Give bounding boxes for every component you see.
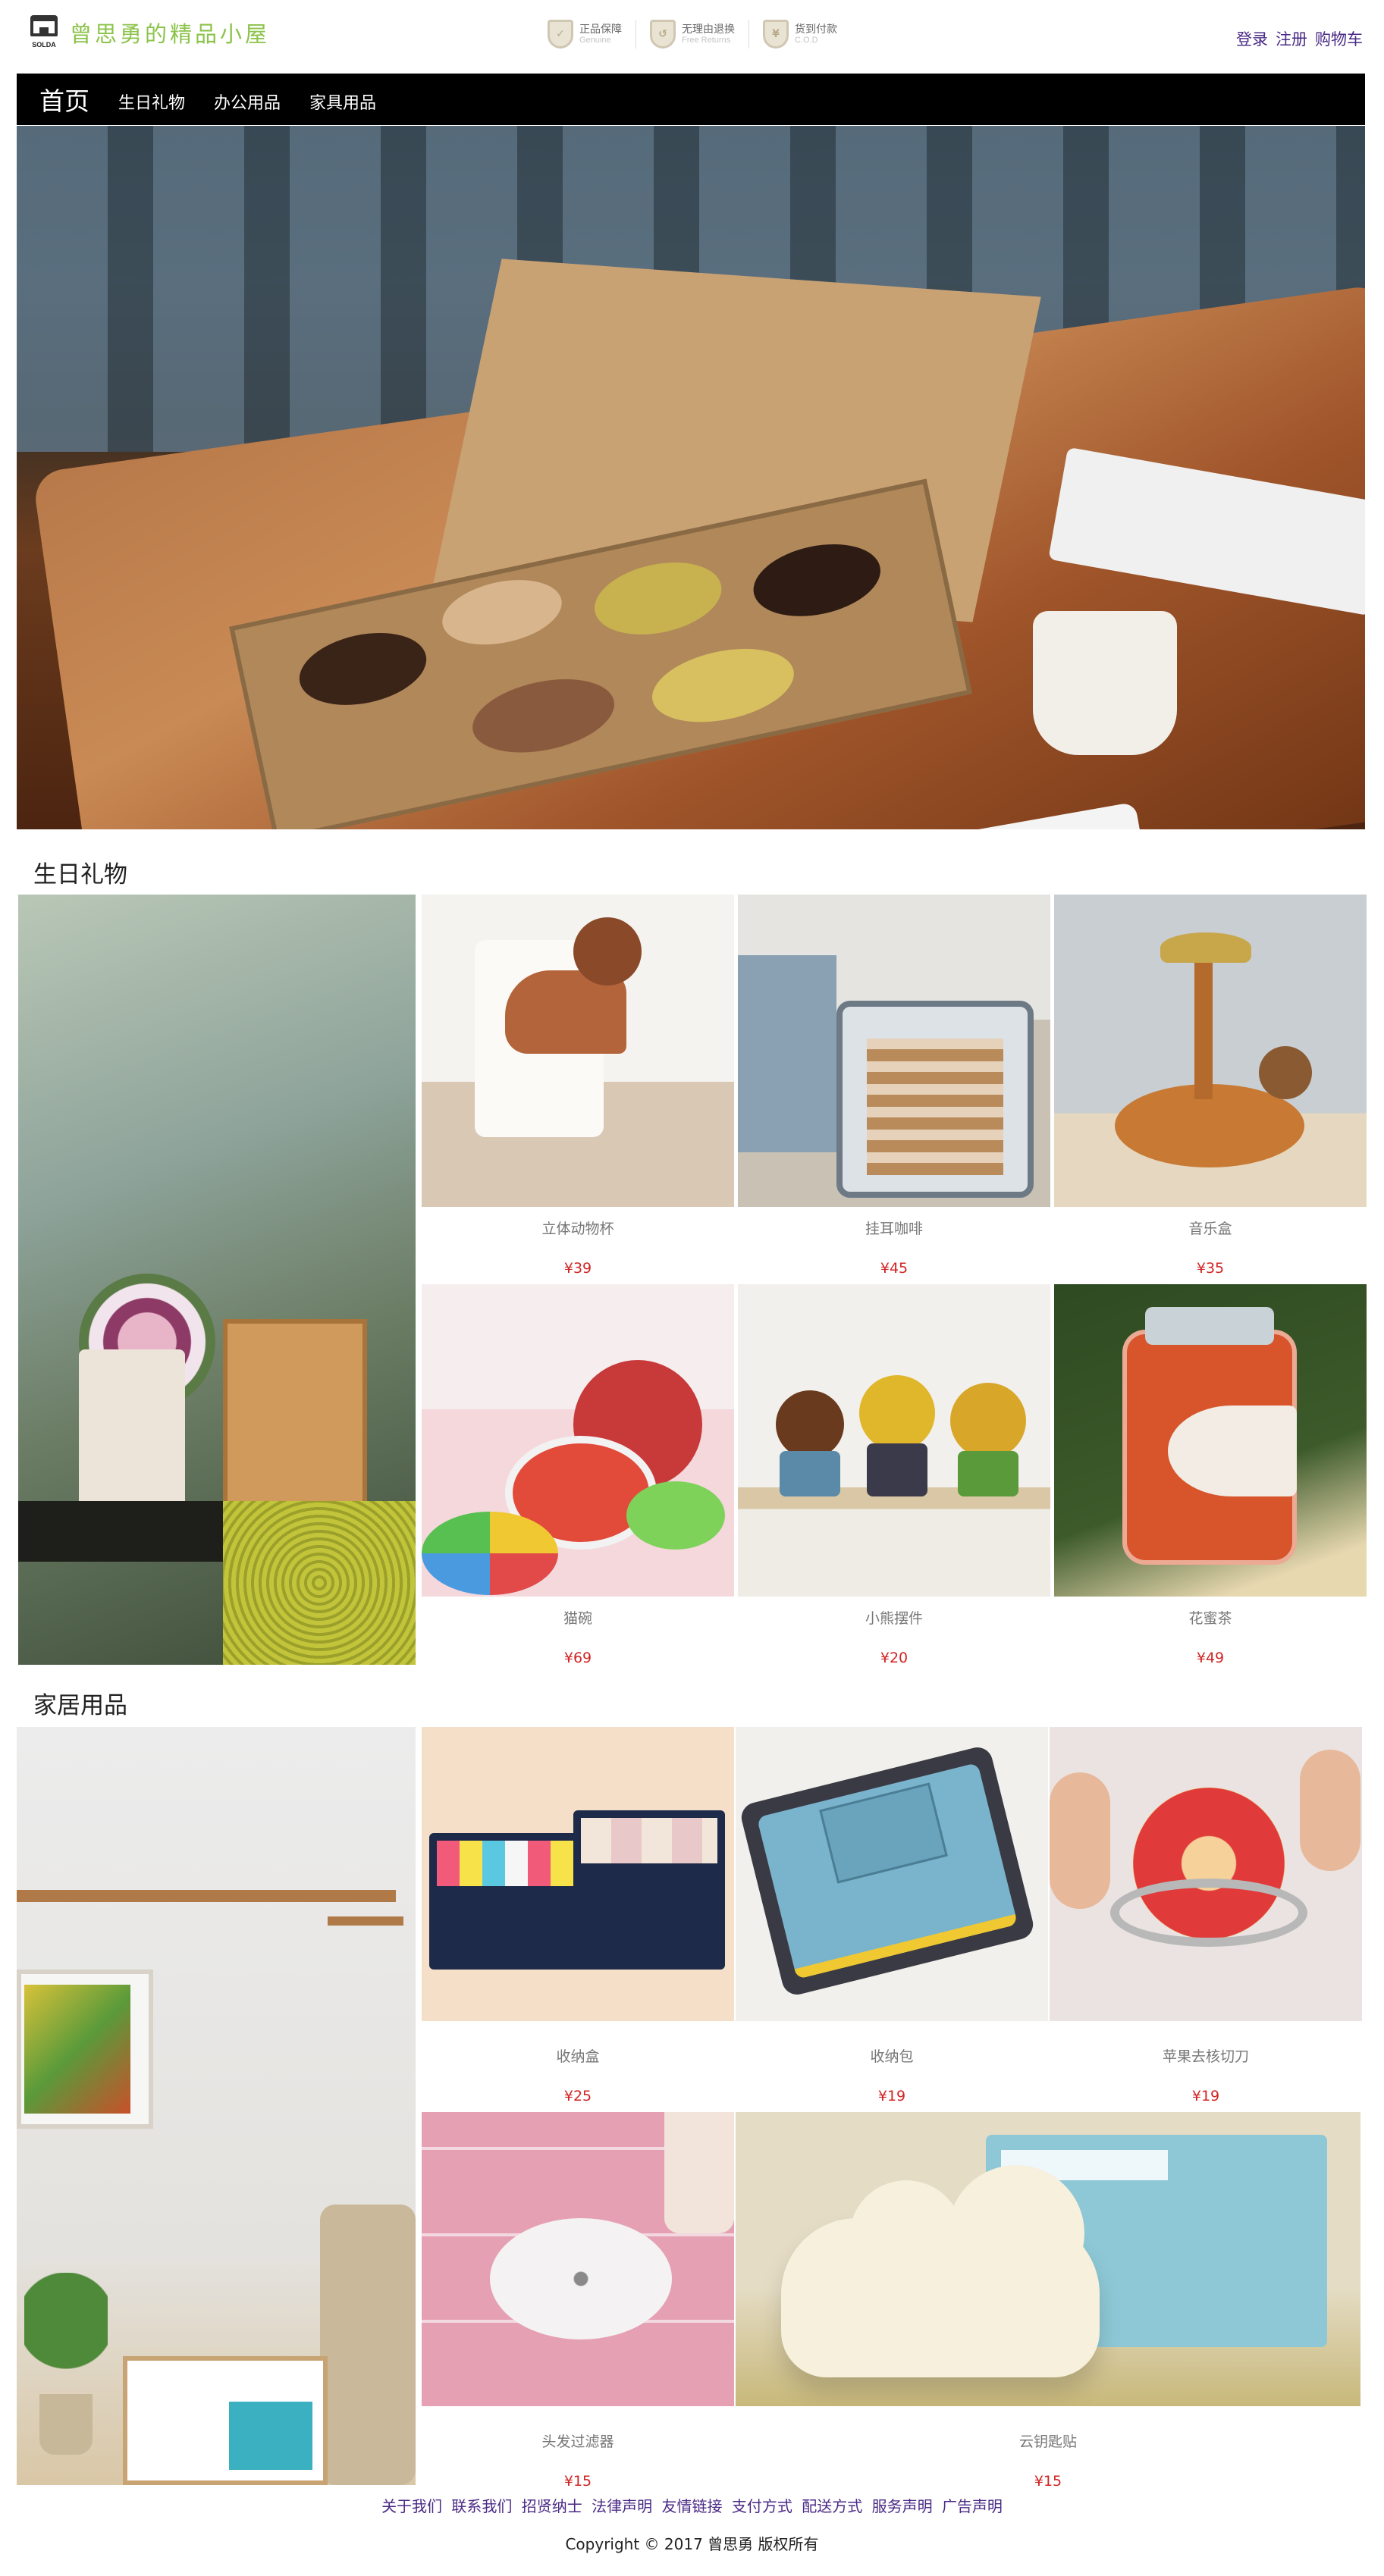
main-nav: 首页 生日礼物 办公用品 家具用品 xyxy=(17,74,1365,125)
product-image[interactable] xyxy=(1054,895,1367,1207)
product-image[interactable] xyxy=(422,895,734,1207)
product-name[interactable]: 猫碗 xyxy=(422,1607,734,1627)
footer-link-about[interactable]: 关于我们 xyxy=(381,2497,442,2515)
cash-icon: ¥ xyxy=(763,20,789,49)
service-badges: ✓ 正品保障 Genuine ↺ 无理由退换 Free Returns ¥ 货到… xyxy=(548,20,837,49)
product-price: ¥45 xyxy=(880,1260,909,1277)
hero-banner[interactable] xyxy=(17,126,1365,829)
product-card[interactable]: 猫碗 ¥69 xyxy=(422,1284,734,1666)
store-logo[interactable]: SOLDA xyxy=(27,15,61,55)
feature-image-birthday[interactable] xyxy=(18,895,416,1665)
product-image[interactable] xyxy=(422,1284,734,1597)
product-price: ¥49 xyxy=(1196,1650,1225,1666)
store-icon xyxy=(30,15,58,36)
product-price: ¥15 xyxy=(1034,2473,1062,2490)
footer-link-ads[interactable]: 广告声明 xyxy=(942,2497,1003,2515)
nav-item-birthday-gifts[interactable]: 生日礼物 xyxy=(118,89,185,114)
section-title-home-goods: 家居用品 xyxy=(33,1692,127,1719)
feature-image-home-goods[interactable] xyxy=(17,1727,416,2485)
product-card[interactable]: 收纳包 ¥19 xyxy=(736,1727,1048,2104)
product-price: ¥15 xyxy=(563,2473,592,2490)
copyright: Copyright © 2017 曾思勇 版权所有 xyxy=(565,2535,819,2553)
badge-returns: ↺ 无理由退换 Free Returns xyxy=(650,20,735,49)
product-card[interactable]: 收纳盒 ¥25 xyxy=(422,1727,734,2104)
product-name[interactable]: 挂耳咖啡 xyxy=(738,1217,1050,1237)
product-card[interactable]: 立体动物杯 ¥39 xyxy=(422,895,734,1277)
product-card[interactable]: 音乐盒 ¥35 xyxy=(1054,895,1367,1277)
footer-link-service[interactable]: 服务声明 xyxy=(872,2497,933,2515)
section-title-birthday: 生日礼物 xyxy=(33,861,127,888)
register-link[interactable]: 注册 xyxy=(1276,27,1307,50)
product-image[interactable] xyxy=(736,1727,1048,2021)
badge-sublabel: Genuine xyxy=(579,35,611,45)
product-price: ¥19 xyxy=(1191,2088,1220,2104)
product-price: ¥69 xyxy=(563,1650,592,1666)
product-name[interactable]: 花蜜茶 xyxy=(1054,1607,1367,1627)
footer-link-payment[interactable]: 支付方式 xyxy=(732,2497,792,2515)
product-name[interactable]: 头发过滤器 xyxy=(422,2430,734,2450)
nav-item-office-supplies[interactable]: 办公用品 xyxy=(214,89,281,114)
product-image[interactable] xyxy=(422,1727,734,2021)
login-link[interactable]: 登录 xyxy=(1236,27,1268,50)
shield-icon: ↺ xyxy=(650,20,676,49)
site-title[interactable]: 曾思勇的精品小屋 xyxy=(70,17,270,49)
product-image[interactable] xyxy=(738,895,1050,1207)
user-links: 登录 注册 购物车 xyxy=(1236,27,1363,50)
product-name[interactable]: 音乐盒 xyxy=(1054,1217,1367,1237)
badge-label: 无理由退换 xyxy=(682,23,735,36)
badge-label: 货到付款 xyxy=(795,23,837,36)
product-image[interactable] xyxy=(422,2112,734,2406)
product-name[interactable]: 苹果去核切刀 xyxy=(1050,2045,1362,2065)
footer-link-contact[interactable]: 联系我们 xyxy=(451,2497,512,2515)
product-card[interactable]: 挂耳咖啡 ¥45 xyxy=(738,895,1050,1277)
product-price: ¥25 xyxy=(563,2088,592,2104)
product-image[interactable] xyxy=(738,1284,1050,1597)
badge-label: 正品保障 xyxy=(579,23,622,36)
product-price: ¥19 xyxy=(877,2088,906,2104)
footer-link-friends[interactable]: 友情链接 xyxy=(662,2497,723,2515)
product-name[interactable]: 云钥匙贴 xyxy=(736,2430,1360,2450)
hero-cup xyxy=(1033,611,1177,755)
product-card[interactable]: 云钥匙贴 ¥15 xyxy=(736,2112,1360,2490)
cart-link[interactable]: 购物车 xyxy=(1315,27,1363,50)
shield-icon: ✓ xyxy=(548,20,573,49)
product-price: ¥35 xyxy=(1196,1260,1225,1277)
product-card[interactable]: 小熊摆件 ¥20 xyxy=(738,1284,1050,1666)
product-price: ¥20 xyxy=(880,1650,909,1666)
footer-link-delivery[interactable]: 配送方式 xyxy=(802,2497,862,2515)
product-image[interactable] xyxy=(1054,1284,1367,1597)
product-card[interactable]: 苹果去核切刀 ¥19 xyxy=(1050,1727,1362,2104)
nav-home[interactable]: 首页 xyxy=(39,81,89,118)
site-header: SOLDA 曾思勇的精品小屋 ✓ 正品保障 Genuine ↺ 无理由退换 Fr… xyxy=(0,0,1384,73)
product-name[interactable]: 小熊摆件 xyxy=(738,1607,1050,1627)
footer-link-legal[interactable]: 法律声明 xyxy=(592,2497,652,2515)
product-name[interactable]: 收纳包 xyxy=(736,2045,1048,2065)
badge-sublabel: Free Returns xyxy=(682,35,731,45)
product-price: ¥39 xyxy=(563,1260,592,1277)
footer-link-careers[interactable]: 招贤纳士 xyxy=(522,2497,582,2515)
badge-sublabel: C.O.D xyxy=(795,35,818,45)
footer-links: 关于我们 联系我们 招贤纳士 法律声明 友情链接 支付方式 配送方式 服务声明 … xyxy=(0,2494,1384,2516)
product-image[interactable] xyxy=(1050,1727,1362,2021)
nav-item-furniture[interactable]: 家具用品 xyxy=(309,89,376,114)
product-card[interactable]: 花蜜茶 ¥49 xyxy=(1054,1284,1367,1666)
product-name[interactable]: 立体动物杯 xyxy=(422,1217,734,1237)
product-card[interactable]: 头发过滤器 ¥15 xyxy=(422,2112,734,2490)
product-image[interactable] xyxy=(736,2112,1360,2406)
product-name[interactable]: 收纳盒 xyxy=(422,2045,734,2065)
badge-genuine: ✓ 正品保障 Genuine xyxy=(548,20,622,49)
divider xyxy=(748,20,749,49)
badge-cod: ¥ 货到付款 C.O.D xyxy=(763,20,837,49)
logo-word: SOLDA xyxy=(32,41,56,49)
